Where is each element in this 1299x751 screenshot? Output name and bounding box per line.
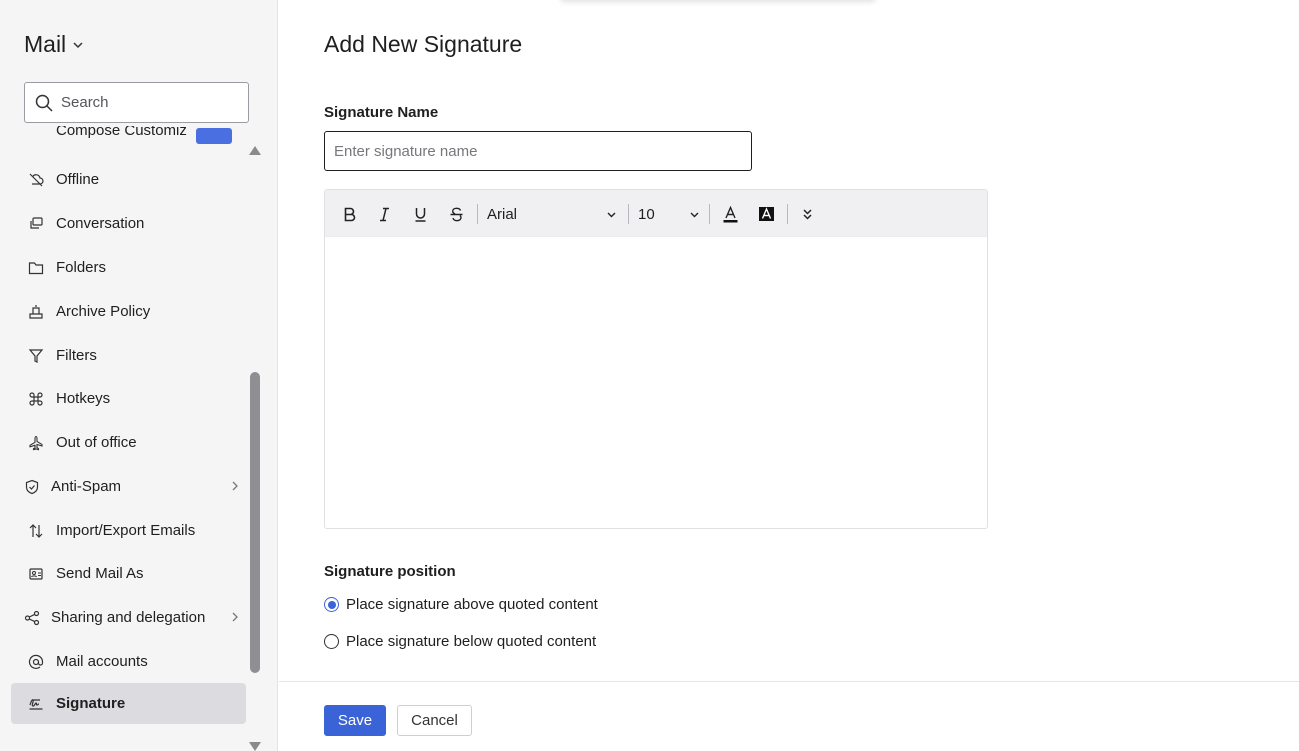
bold-icon [344, 207, 355, 221]
page-title: Add New Signature [324, 31, 523, 57]
font-family-value: Arial [487, 205, 518, 223]
search-icon [35, 94, 53, 112]
toolbar-separator [628, 204, 629, 224]
more-options-button[interactable] [795, 202, 819, 226]
text-color-icon [723, 205, 737, 222]
folder-icon [27, 259, 45, 277]
sidebar-item-anti-spam[interactable]: Anti-Spam [11, 466, 246, 507]
scroll-up-arrow[interactable] [249, 146, 261, 155]
sidebar-item-import-export[interactable]: Import/Export Emails [11, 510, 246, 551]
search-input[interactable] [61, 94, 221, 111]
sidebar-item-label: Import/Export Emails [56, 522, 196, 539]
sidebar-item-label: Archive Policy [56, 303, 151, 320]
sidebar-item-folders[interactable]: Folders [11, 247, 246, 288]
app-switcher[interactable]: Mail [24, 31, 84, 58]
sidebar-item-compose-customization[interactable]: Compose Customiz [56, 126, 187, 139]
toolbar-separator [787, 204, 788, 224]
strikethrough-icon [450, 207, 462, 221]
signature-position-label: Signature position [324, 563, 456, 580]
sidebar-item-mail-accounts[interactable]: Mail accounts [11, 641, 246, 682]
position-below-label: Place signature below quoted content [346, 633, 597, 650]
share-icon [23, 609, 41, 627]
plane-icon [27, 434, 45, 452]
editor-toolbar: Arial 10 [325, 190, 987, 237]
sidebar-item-sharing-delegation[interactable]: Sharing and delegation [11, 597, 246, 638]
sidebar-item-conversation[interactable]: Conversation [11, 203, 246, 244]
sidebar-item-offline[interactable]: Offline [11, 159, 246, 200]
sidebar-item-label: Signature [56, 695, 126, 712]
highlight-color-icon [758, 206, 774, 221]
font-size-value: 10 [638, 205, 655, 223]
sidebar-item-label: Hotkeys [56, 390, 111, 407]
app-title: Mail [24, 31, 67, 57]
italic-icon [379, 207, 389, 221]
toolbar-separator [477, 204, 478, 224]
font-size-select[interactable]: 10 [638, 202, 700, 226]
signature-content-area[interactable] [325, 237, 987, 528]
signature-name-label: Signature Name [324, 104, 439, 121]
sidebar-item-label: Send Mail As [56, 565, 144, 582]
chevron-down-icon [607, 212, 616, 217]
sidebar-item-archive-policy[interactable]: Archive Policy [11, 291, 246, 332]
position-above-option[interactable]: Place signature above quoted content [324, 596, 598, 613]
offline-icon [27, 171, 45, 189]
position-above-label: Place signature above quoted content [346, 596, 598, 613]
search-box[interactable] [24, 82, 249, 123]
sidebar-item-label: Conversation [56, 215, 145, 232]
sidebar-item-hotkeys[interactable]: Hotkeys [11, 378, 246, 419]
sidebar-scrollbar-thumb[interactable] [250, 372, 260, 673]
sidebar-item-label: Mail accounts [56, 653, 148, 670]
archive-icon [27, 303, 45, 321]
new-badge [196, 128, 232, 144]
footer-divider [279, 681, 1299, 682]
sidebar-item-label: Sharing and delegation [51, 609, 206, 626]
save-button[interactable]: Save [324, 705, 386, 736]
signature-icon [27, 695, 45, 713]
position-below-option[interactable]: Place signature below quoted content [324, 633, 596, 650]
send-as-icon [27, 565, 45, 583]
chevron-down-icon [690, 212, 699, 217]
scroll-down-arrow[interactable] [249, 742, 261, 751]
sidebar-item-label: Offline [56, 171, 100, 188]
sidebar-item-signature[interactable]: Signature [11, 683, 246, 724]
sidebar-item-label: Out of office [56, 434, 137, 451]
filter-icon [27, 347, 45, 365]
chevron-down-icon [73, 41, 83, 48]
double-chevron-down-icon [802, 208, 812, 220]
toolbar-separator [709, 204, 710, 224]
sidebar-item-label: Filters [56, 347, 97, 364]
sidebar-item-label: Anti-Spam [51, 478, 122, 495]
chevron-right-icon [232, 481, 238, 491]
sidebar-item-out-of-office[interactable]: Out of office [11, 422, 246, 463]
command-key-icon [27, 390, 45, 408]
strikethrough-button[interactable] [444, 202, 468, 226]
signature-name-input[interactable] [324, 131, 752, 171]
settings-sidebar: Mail Compose Customiz Offline Conversati… [0, 0, 278, 751]
shield-check-icon [23, 478, 41, 496]
sidebar-item-filters[interactable]: Filters [11, 335, 246, 376]
settings-nav: Compose Customiz Offline Conversation Fo… [0, 126, 250, 751]
cancel-button[interactable]: Cancel [397, 705, 472, 736]
sidebar-item-send-mail-as[interactable]: Send Mail As [11, 553, 246, 594]
underline-icon [415, 207, 425, 222]
background-color-button[interactable] [754, 202, 778, 226]
sidebar-item-label: Folders [56, 259, 107, 276]
bold-button[interactable] [337, 202, 361, 226]
text-color-button[interactable] [718, 202, 742, 226]
underline-button[interactable] [408, 202, 432, 226]
signature-editor: Arial 10 [324, 189, 988, 529]
font-family-select[interactable]: Arial [487, 202, 617, 226]
import-export-icon [27, 522, 45, 540]
radio-button[interactable] [324, 634, 339, 649]
at-icon [27, 653, 45, 671]
italic-button[interactable] [372, 202, 396, 226]
conversation-icon [27, 215, 45, 233]
radio-button-selected[interactable] [324, 597, 339, 612]
chevron-right-icon [232, 612, 238, 622]
